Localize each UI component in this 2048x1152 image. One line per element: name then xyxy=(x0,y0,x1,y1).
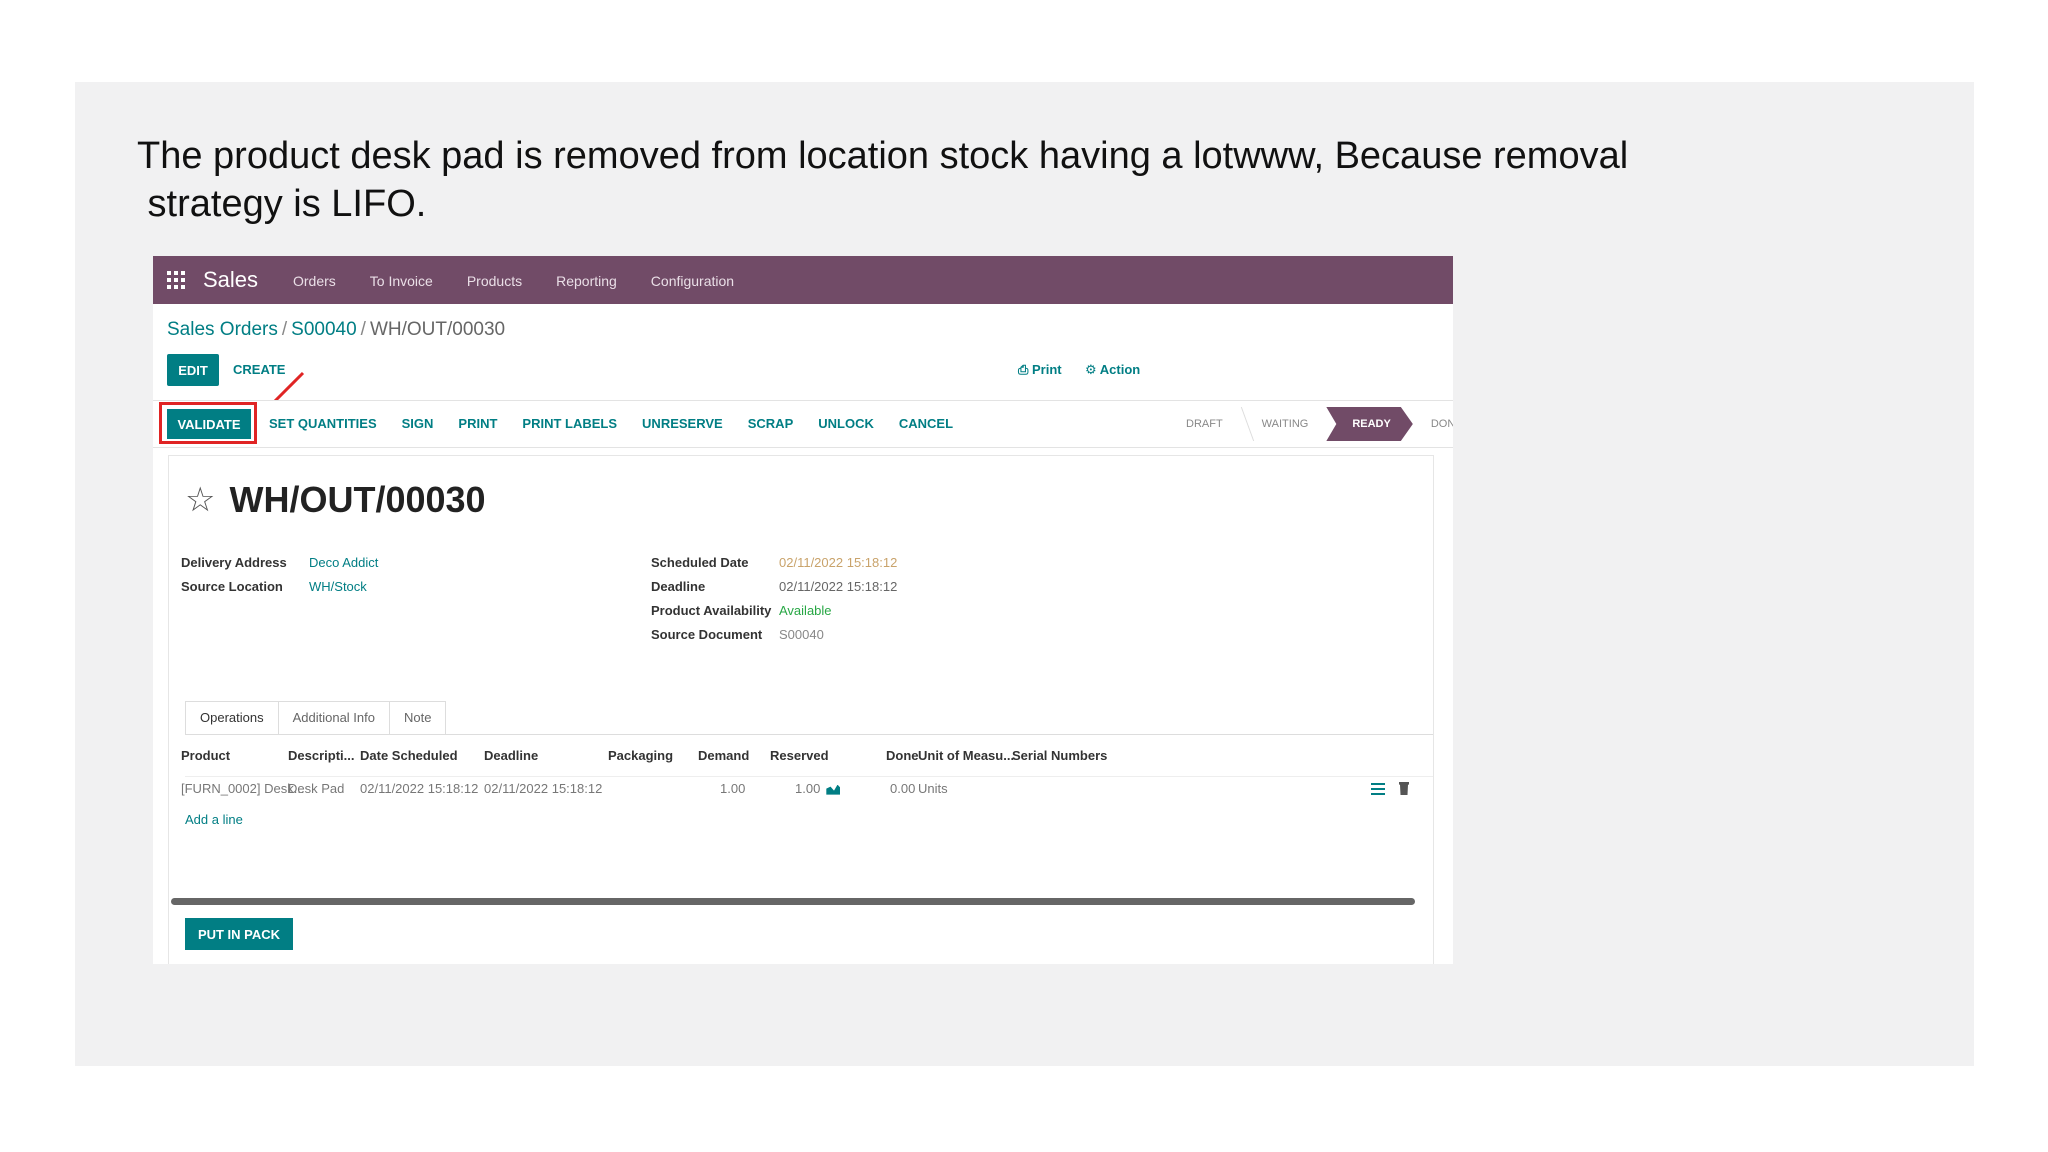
col-serial-numbers[interactable]: Serial Numbers xyxy=(1012,748,1107,763)
cell-product[interactable]: [FURN_0002] Desk... xyxy=(181,781,305,796)
source-document-value[interactable]: S00040 xyxy=(779,626,824,644)
form-sheet: ☆ WH/OUT/00030 Delivery Address Deco Add… xyxy=(169,456,1433,964)
table-header: Product Descripti... Date Scheduled Dead… xyxy=(181,748,1433,770)
source-location-value[interactable]: WH/Stock xyxy=(309,578,367,596)
tab-additional-info[interactable]: Additional Info xyxy=(277,701,390,734)
top-navbar: Sales Orders To Invoice Products Reporti… xyxy=(153,256,1453,304)
delivery-address-label: Delivery Address xyxy=(181,555,287,570)
deadline-value[interactable]: 02/11/2022 15:18:12 xyxy=(779,578,897,596)
add-line-link[interactable]: Add a line xyxy=(185,812,243,827)
print-button[interactable]: PRINT xyxy=(458,416,497,431)
stage-waiting: WAITING xyxy=(1261,418,1309,430)
main-menu: Orders To Invoice Products Reporting Con… xyxy=(293,272,734,290)
col-demand[interactable]: Demand xyxy=(698,748,749,763)
cell-done[interactable]: 0.00 xyxy=(890,781,915,796)
tab-operations[interactable]: Operations xyxy=(185,701,279,735)
stage-draft: DRAFT xyxy=(1186,418,1223,430)
scheduled-date-value[interactable]: 02/11/2022 15:18:12 xyxy=(779,554,897,572)
col-date-scheduled[interactable]: Date Scheduled xyxy=(360,748,458,763)
unlock-button[interactable]: UNLOCK xyxy=(818,416,874,431)
print-icon: ⎙ xyxy=(1018,362,1033,377)
stage-pipeline: DRAFT WAITING READY DONE xyxy=(1168,407,1453,441)
star-icon[interactable]: ☆ xyxy=(185,480,215,520)
validate-highlight-box xyxy=(159,402,257,444)
forecast-chart-icon[interactable] xyxy=(826,784,841,795)
source-document-label: Source Document xyxy=(651,627,763,642)
cell-description[interactable]: Desk Pad xyxy=(288,781,344,796)
record-title: WH/OUT/00030 xyxy=(229,479,486,520)
trash-icon[interactable] xyxy=(1399,782,1409,795)
delivery-address-value[interactable]: Deco Addict xyxy=(309,554,378,572)
print-labels-button[interactable]: PRINT LABELS xyxy=(522,416,617,431)
print-label: Print xyxy=(1032,362,1062,377)
col-reserved[interactable]: Reserved xyxy=(770,748,829,763)
menu-item-configuration[interactable]: Configuration xyxy=(651,272,734,290)
availability-value: Available xyxy=(779,603,832,618)
menu-item-reporting[interactable]: Reporting xyxy=(556,272,617,290)
sign-button[interactable]: SIGN xyxy=(402,416,434,431)
breadcrumb-order[interactable]: S00040 xyxy=(291,319,357,340)
horizontal-scrollbar[interactable] xyxy=(171,898,1415,905)
availability-label: Product Availability xyxy=(651,603,772,618)
caption-line-2: strategy is LIFO. xyxy=(137,183,427,225)
action-dropdown[interactable]: ⚙ Action xyxy=(1085,362,1140,378)
action-label: Action xyxy=(1099,362,1141,377)
detailed-operations-icon[interactable] xyxy=(1371,783,1385,795)
caption-line-1: The product desk pad is removed from loc… xyxy=(137,135,1629,177)
col-deadline[interactable]: Deadline xyxy=(484,748,538,763)
col-packaging[interactable]: Packaging xyxy=(608,748,673,763)
slide-caption: The product desk pad is removed from loc… xyxy=(137,132,1837,228)
set-quantities-button[interactable]: SET QUANTITIES xyxy=(269,416,377,431)
gear-icon: ⚙ xyxy=(1085,362,1100,377)
stage-ready: READY xyxy=(1326,407,1413,441)
notebook-tabs: Operations Additional Info Note xyxy=(185,701,447,735)
col-done[interactable]: Done xyxy=(886,748,919,763)
menu-item-products[interactable]: Products xyxy=(467,272,522,290)
cancel-button[interactable]: CANCEL xyxy=(899,416,953,431)
edit-button[interactable]: EDIT xyxy=(167,354,219,386)
cell-uom[interactable]: Units xyxy=(918,781,948,796)
source-location-label: Source Location xyxy=(181,579,283,594)
record-title-row: ☆ WH/OUT/00030 xyxy=(185,478,486,522)
app-name[interactable]: Sales xyxy=(203,266,258,294)
put-in-pack-button[interactable]: PUT IN PACK xyxy=(185,918,293,950)
breadcrumb: Sales Orders / S00040/WH/OUT/00030 xyxy=(167,319,506,340)
scrap-button[interactable]: SCRAP xyxy=(748,416,794,431)
app-screenshot: Sales Orders To Invoice Products Reporti… xyxy=(153,256,1453,964)
scheduled-date-label: Scheduled Date xyxy=(651,555,749,570)
deadline-label: Deadline xyxy=(651,579,706,594)
cell-demand[interactable]: 1.00 xyxy=(720,781,745,796)
tab-note[interactable]: Note xyxy=(389,701,447,734)
print-dropdown[interactable]: ⎙ Print xyxy=(1018,362,1062,378)
header-actions: SET QUANTITIES SIGN PRINT PRINT LABELS U… xyxy=(269,416,953,431)
breadcrumb-sales-orders[interactable]: Sales Orders xyxy=(167,319,278,340)
stage-done: DONE xyxy=(1430,418,1453,430)
col-product[interactable]: Product xyxy=(181,748,230,763)
table-row[interactable]: [FURN_0002] Desk... Desk Pad 02/11/2022 … xyxy=(181,776,1433,801)
menu-item-to-invoice[interactable]: To Invoice xyxy=(370,272,433,290)
cell-date-scheduled[interactable]: 02/11/2022 15:18:12 xyxy=(360,781,478,796)
cell-deadline[interactable]: 02/11/2022 15:18:12 xyxy=(484,781,602,796)
apps-grid-icon[interactable] xyxy=(167,271,185,289)
cell-reserved[interactable]: 1.00 xyxy=(795,781,841,796)
unreserve-button[interactable]: UNRESERVE xyxy=(642,416,723,431)
col-uom[interactable]: Unit of Measu... xyxy=(918,748,1014,763)
col-description[interactable]: Descripti... xyxy=(288,748,354,763)
status-bar: VALIDATE SET QUANTITIES SIGN PRINT PRINT… xyxy=(153,400,1453,448)
menu-item-orders[interactable]: Orders xyxy=(293,272,336,290)
breadcrumb-current: WH/OUT/00030 xyxy=(369,319,506,340)
